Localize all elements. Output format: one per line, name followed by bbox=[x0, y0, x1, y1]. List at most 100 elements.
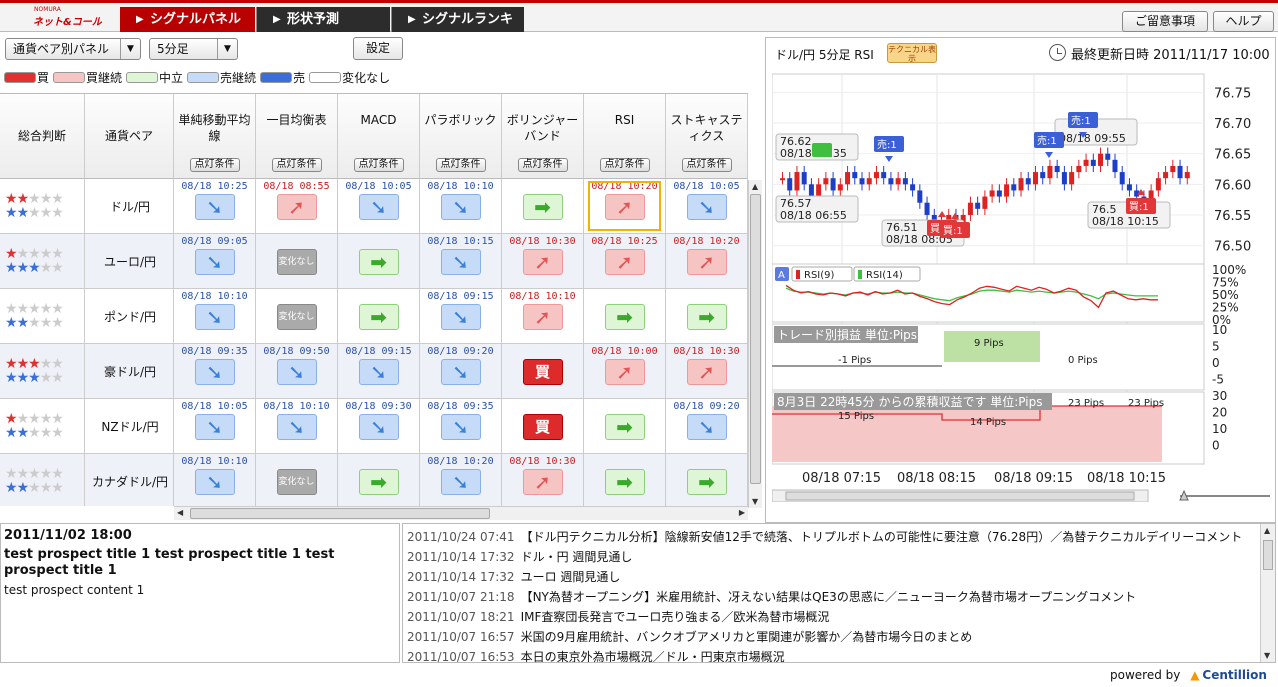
scroll-down-icon[interactable]: ▼ bbox=[1264, 651, 1270, 660]
lighting-condition-button[interactable]: 点灯条件 bbox=[681, 158, 732, 172]
scroll-thumb[interactable] bbox=[1263, 540, 1273, 570]
table-row[interactable]: ★★★★★ ★★★★★ ユーロ/円 08/18 09:05 ➘ 変化なし ➡ 08/18 10… bbox=[0, 234, 748, 289]
news-item[interactable]: 2011/10/07 16:57 米国の9月雇用統計、バンクオブアメリカと軍関連が… bbox=[407, 627, 972, 647]
signal-neutral-button[interactable]: ➡ bbox=[604, 469, 645, 495]
settings-button[interactable]: 設定 bbox=[353, 37, 403, 60]
signal-cell[interactable]: ➡ bbox=[584, 289, 666, 343]
signal-cell[interactable]: 08/18 10:30 ➚ bbox=[502, 454, 584, 506]
signal-cell[interactable]: 08/18 09:50 ➘ bbox=[256, 344, 338, 398]
scroll-thumb[interactable] bbox=[190, 508, 490, 519]
signal-cell[interactable]: ➡ bbox=[338, 234, 420, 288]
table-row[interactable]: ★★★★★ ★★★★★ カナダドル/円 08/18 10:10 ➘ 変化なし ➡ 08/18 … bbox=[0, 454, 748, 506]
signal-cell[interactable]: 変化なし bbox=[256, 454, 338, 506]
signal-buycont-button[interactable]: ➚ bbox=[522, 304, 563, 330]
scroll-down-icon[interactable]: ▼ bbox=[752, 497, 758, 506]
lighting-condition-button[interactable]: 点灯条件 bbox=[599, 158, 650, 172]
signal-cell[interactable]: 08/18 09:35 ➘ bbox=[420, 399, 502, 453]
signal-sell-button[interactable]: ➘ bbox=[440, 469, 481, 495]
signal-cell[interactable]: 08/18 10:20 ➘ bbox=[420, 454, 502, 506]
signal-cell[interactable]: 08/18 09:15 ➘ bbox=[420, 289, 502, 343]
notice-button[interactable]: ご留意事項 bbox=[1122, 11, 1208, 32]
signal-nochange-button[interactable]: 変化なし bbox=[276, 249, 317, 275]
grid-vertical-scrollbar[interactable]: ▲ ▼ bbox=[748, 180, 762, 508]
signal-cell[interactable]: 08/18 10:30 ➚ bbox=[502, 234, 584, 288]
signal-neutral-button[interactable]: ➡ bbox=[686, 469, 727, 495]
signal-cell[interactable]: ➡ bbox=[338, 289, 420, 343]
signal-cell[interactable]: 変化なし bbox=[256, 289, 338, 343]
signal-neutral-button[interactable]: ➡ bbox=[604, 304, 645, 330]
signal-sell-button[interactable]: ➘ bbox=[194, 249, 235, 275]
signal-cell[interactable]: 08/18 08:55 ➚ bbox=[256, 179, 338, 233]
lighting-condition-button[interactable]: 点灯条件 bbox=[353, 158, 404, 172]
signal-sell-button[interactable]: ➘ bbox=[440, 194, 481, 220]
signal-nochange-button[interactable]: 変化なし bbox=[276, 469, 317, 495]
signal-cell[interactable]: ➡ bbox=[502, 179, 584, 233]
signal-sell-button[interactable]: ➘ bbox=[194, 359, 235, 385]
scroll-right-icon[interactable]: ▶ bbox=[739, 508, 745, 517]
signal-cell[interactable]: 08/18 10:25 ➚ bbox=[584, 234, 666, 288]
signal-cell[interactable]: 08/18 10:30 ➚ bbox=[666, 344, 748, 398]
lighting-condition-button[interactable]: 点灯条件 bbox=[271, 158, 322, 172]
scroll-up-icon[interactable]: ▲ bbox=[752, 182, 758, 191]
signal-sell-button[interactable]: ➘ bbox=[194, 194, 235, 220]
signal-cell[interactable]: 変化なし bbox=[256, 234, 338, 288]
signal-buycont-button[interactable]: ➚ bbox=[276, 194, 317, 220]
signal-sell-button[interactable]: ➘ bbox=[194, 469, 235, 495]
news-item[interactable]: 2011/10/07 16:53 本日の東京外為市場概況／ドル・円東京市場概況 bbox=[407, 647, 785, 662]
signal-buycont-button[interactable]: ➚ bbox=[522, 469, 563, 495]
signal-neutral-button[interactable]: ➡ bbox=[522, 194, 563, 220]
table-row[interactable]: ★★★★★ ★★★★★ NZドル/円 08/18 10:05 ➘ 08/18 10:10 ➘… bbox=[0, 399, 748, 454]
signal-sell-button[interactable]: ➘ bbox=[686, 414, 727, 440]
signal-nochange-button[interactable]: 変化なし bbox=[276, 304, 317, 330]
signal-sell-button[interactable]: ➘ bbox=[686, 194, 727, 220]
technical-display-button[interactable]: テクニカル表示 bbox=[887, 43, 937, 63]
signal-sell-button[interactable]: ➘ bbox=[276, 359, 317, 385]
signal-neutral-button[interactable]: ➡ bbox=[358, 469, 399, 495]
signal-sell-button[interactable]: ➘ bbox=[194, 414, 235, 440]
help-button[interactable]: ヘルプ bbox=[1213, 11, 1274, 32]
news-item[interactable]: 2011/10/24 07:41 【ドル円テクニカル分析】陰線新安値12手で続落、… bbox=[407, 527, 1242, 547]
signal-neutral-button[interactable]: ➡ bbox=[686, 304, 727, 330]
signal-cell[interactable]: 08/18 09:15 ➘ bbox=[338, 344, 420, 398]
grid-horizontal-scrollbar[interactable]: ◀ ▶ bbox=[174, 506, 748, 520]
signal-cell[interactable]: 08/18 09:20 ➘ bbox=[420, 344, 502, 398]
signal-sell-button[interactable]: ➘ bbox=[358, 359, 399, 385]
signal-cell[interactable]: 08/18 09:20 ➘ bbox=[666, 399, 748, 453]
signal-buycont-button[interactable]: ➚ bbox=[604, 359, 645, 385]
signal-sell-button[interactable]: ➘ bbox=[440, 249, 481, 275]
lighting-condition-button[interactable]: 点灯条件 bbox=[189, 158, 240, 172]
news-item[interactable]: 2011/10/14 17:32 ユーロ 週間見通し bbox=[407, 567, 620, 587]
table-row[interactable]: ★★★★★ ★★★★★ 豪ドル/円 08/18 09:35 ➘ 08/18 09:50 ➘ 0… bbox=[0, 344, 748, 399]
timeframe-select[interactable]: 5分足 ▼ bbox=[149, 38, 238, 60]
signal-cell[interactable]: 08/18 10:05 ➘ bbox=[666, 179, 748, 233]
signal-cell[interactable]: 08/18 10:20 ➚ bbox=[666, 234, 748, 288]
technical-chart[interactable]: 76.7576.7076.6576.6076.5576.5076.6208/18… bbox=[772, 72, 1272, 502]
signal-sell-button[interactable]: ➘ bbox=[440, 359, 481, 385]
news-item[interactable]: 2011/10/07 18:21 IMF査察団長発言でユーロ売り強まる／欧米為替市… bbox=[407, 607, 829, 627]
table-row[interactable]: ★★★★★ ★★★★★ ドル/円 08/18 10:25 ➘ 08/18 08:55 ➚ 08… bbox=[0, 179, 748, 234]
signal-cell[interactable]: 08/18 10:00 ➚ bbox=[584, 344, 666, 398]
panel-type-select[interactable]: 通貨ペア別パネル ▼ bbox=[5, 38, 141, 60]
news-item[interactable]: 2011/10/14 17:32 ドル・円 週間見通し bbox=[407, 547, 632, 567]
signal-neutral-button[interactable]: ➡ bbox=[604, 414, 645, 440]
scroll-left-icon[interactable]: ◀ bbox=[177, 508, 183, 517]
signal-cell[interactable]: 08/18 09:35 ➘ bbox=[174, 344, 256, 398]
signal-cell[interactable]: ➡ bbox=[666, 454, 748, 506]
signal-neutral-button[interactable]: ➡ bbox=[358, 304, 399, 330]
signal-cell[interactable]: ➡ bbox=[584, 454, 666, 506]
signal-buy-button[interactable]: 買 bbox=[522, 414, 563, 440]
signal-buycont-button[interactable]: ➚ bbox=[686, 249, 727, 275]
lighting-condition-button[interactable]: 点灯条件 bbox=[435, 158, 486, 172]
signal-cell[interactable]: 08/18 09:30 ➘ bbox=[338, 399, 420, 453]
signal-buycont-button[interactable]: ➚ bbox=[686, 359, 727, 385]
signal-cell[interactable]: 買 bbox=[502, 399, 584, 453]
signal-sell-button[interactable]: ➘ bbox=[358, 194, 399, 220]
signal-sell-button[interactable]: ➘ bbox=[440, 304, 481, 330]
signal-sell-button[interactable]: ➘ bbox=[358, 414, 399, 440]
signal-cell[interactable]: 買 bbox=[502, 344, 584, 398]
signal-cell[interactable]: 08/18 10:10 ➘ bbox=[174, 289, 256, 343]
signal-sell-button[interactable]: ➘ bbox=[194, 304, 235, 330]
signal-cell[interactable]: 08/18 10:25 ➘ bbox=[174, 179, 256, 233]
news-item[interactable]: 2011/10/07 21:18 【NY為替オープニング】米雇用統計、冴えない結果… bbox=[407, 587, 1136, 607]
signal-buycont-button[interactable]: ➚ bbox=[522, 249, 563, 275]
